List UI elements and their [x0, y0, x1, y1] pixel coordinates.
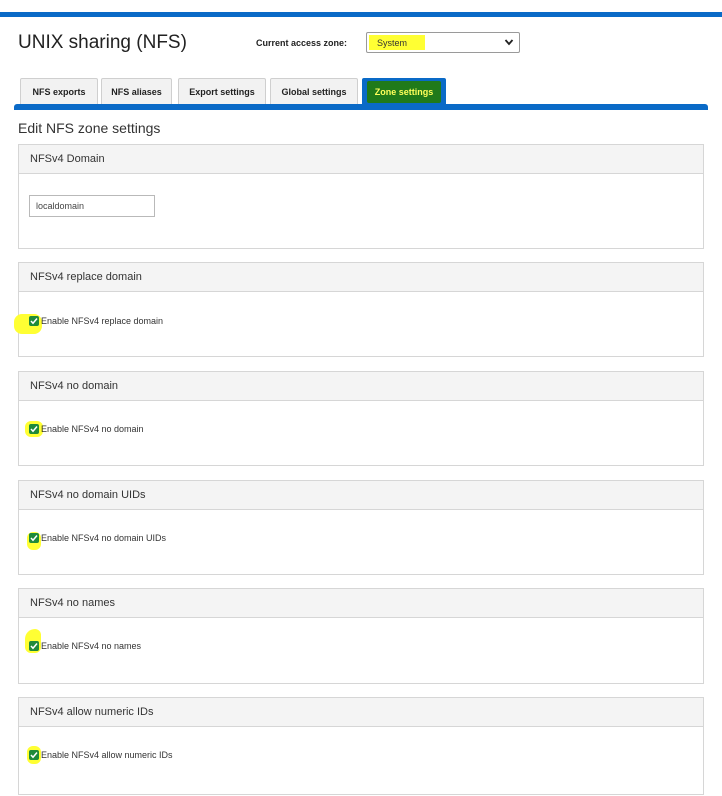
- checkmark-icon: [30, 643, 38, 650]
- panel-nfsv4-allow-numeric-ids: NFSv4 allow numeric IDs Enable NFSv4 all…: [18, 697, 704, 795]
- checkbox-label: Enable NFSv4 no names: [41, 641, 142, 651]
- checkbox-label: Enable NFSv4 allow numeric IDs: [41, 750, 173, 760]
- tab-export-settings[interactable]: Export settings: [178, 78, 266, 104]
- checkbox-nfsv4-allow-numeric-ids[interactable]: [29, 750, 39, 760]
- checkbox-label: Enable NFSv4 no domain UIDs: [41, 533, 167, 543]
- access-zone-select[interactable]: System: [366, 32, 520, 53]
- checkmark-icon: [30, 752, 38, 759]
- panel-title: NFSv4 Domain: [19, 145, 703, 174]
- tab-global-settings[interactable]: Global settings: [270, 78, 358, 104]
- panel-title: NFSv4 allow numeric IDs: [19, 698, 703, 727]
- panel-nfsv4-no-names: NFSv4 no names Enable NFSv4 no names: [18, 588, 704, 684]
- checkbox-nfsv4-no-domain[interactable]: [29, 424, 39, 434]
- panel-nfsv4-no-domain-uids: NFSv4 no domain UIDs Enable NFSv4 no dom…: [18, 480, 704, 575]
- tab-label: Zone settings: [374, 87, 434, 97]
- page-title: UNIX sharing (NFS): [18, 32, 187, 53]
- checkbox-label: Enable NFSv4 no domain: [41, 424, 144, 434]
- panel-title: NFSv4 no names: [19, 589, 703, 618]
- panel-nfsv4-no-domain: NFSv4 no domain Enable NFSv4 no domain: [18, 371, 704, 466]
- checkbox-nfsv4-no-names[interactable]: [29, 641, 39, 651]
- tab-label: NFS aliases: [111, 87, 162, 97]
- top-accent-bar: [0, 12, 722, 17]
- checkbox-nfsv4-no-domain-uids[interactable]: [29, 533, 39, 543]
- tab-nfs-aliases[interactable]: NFS aliases: [101, 78, 172, 104]
- tab-label: NFS exports: [32, 87, 86, 97]
- tab-nfs-exports[interactable]: NFS exports: [20, 78, 98, 104]
- checkbox-nfsv4-replace-domain[interactable]: [29, 316, 39, 326]
- section-heading: Edit NFS zone settings: [18, 120, 161, 136]
- panel-title: NFSv4 replace domain: [19, 263, 703, 292]
- tab-label: Export settings: [189, 87, 255, 97]
- checkbox-label: Enable NFSv4 replace domain: [41, 316, 164, 326]
- panel-title: NFSv4 no domain UIDs: [19, 481, 703, 510]
- checkmark-icon: [30, 426, 38, 433]
- nfsv4-domain-input[interactable]: localdomain: [29, 195, 155, 217]
- access-zone-label: Current access zone:: [256, 38, 348, 48]
- checkmark-icon: [30, 318, 38, 325]
- chevron-down-icon: [504, 39, 514, 46]
- tab-label: Global settings: [281, 87, 347, 97]
- checkmark-icon: [30, 535, 38, 542]
- tab-zone-settings[interactable]: Zone settings: [362, 78, 446, 104]
- access-zone-value: System: [377, 38, 408, 48]
- panel-nfsv4-domain: NFSv4 Domain localdomain: [18, 144, 704, 249]
- panel-title: NFSv4 no domain: [19, 372, 703, 401]
- panel-nfsv4-replace-domain: NFSv4 replace domain Enable NFSv4 replac…: [14, 262, 704, 357]
- tab-underline: [14, 104, 708, 110]
